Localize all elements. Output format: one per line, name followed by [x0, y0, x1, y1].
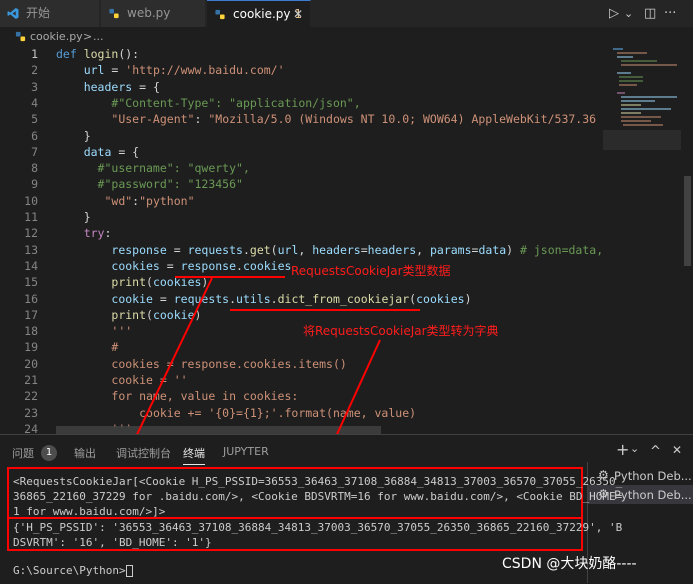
- terminal-list-item[interactable]: Python Deb...: [614, 488, 692, 502]
- terminal-prompt-text: G:\Source\Python>: [13, 564, 126, 577]
- close-panel-icon[interactable]: ✕: [672, 443, 682, 457]
- terminal-prompt[interactable]: G:\Source\Python>: [13, 563, 133, 579]
- new-terminal-icon[interactable]: +: [616, 440, 629, 459]
- panel-tab-terminal[interactable]: 终端: [183, 445, 205, 465]
- terminal-output-line: {'H_PS_PSSID': '36553_36463_37108_36884_…: [13, 521, 623, 534]
- terminal-cursor: [125, 565, 133, 577]
- panel-tab-output[interactable]: 输出: [74, 445, 96, 461]
- terminal-output-line: DSVRTM': '16', 'BD_HOME': '1'}: [13, 536, 212, 549]
- panel-tab-problems[interactable]: 问题: [12, 445, 34, 461]
- maximize-panel-icon[interactable]: ^: [650, 444, 661, 459]
- terminal-list-item[interactable]: Python Deb...: [614, 469, 692, 483]
- chevron-down-icon[interactable]: ⌄: [630, 442, 639, 455]
- terminal-output-line: 36865_22160_37229 for .baidu.com/>, <Coo…: [13, 490, 623, 503]
- watermark: CSDN @大块奶酪----: [502, 556, 637, 572]
- panel-tab-debug-console[interactable]: 调试控制台: [116, 445, 171, 461]
- problems-count-badge: 1: [41, 445, 57, 461]
- terminal-output-line: <RequestsCookieJar[<Cookie H_PS_PSSID=36…: [13, 475, 623, 488]
- panel-tab-jupyter[interactable]: JUPYTER: [223, 445, 269, 458]
